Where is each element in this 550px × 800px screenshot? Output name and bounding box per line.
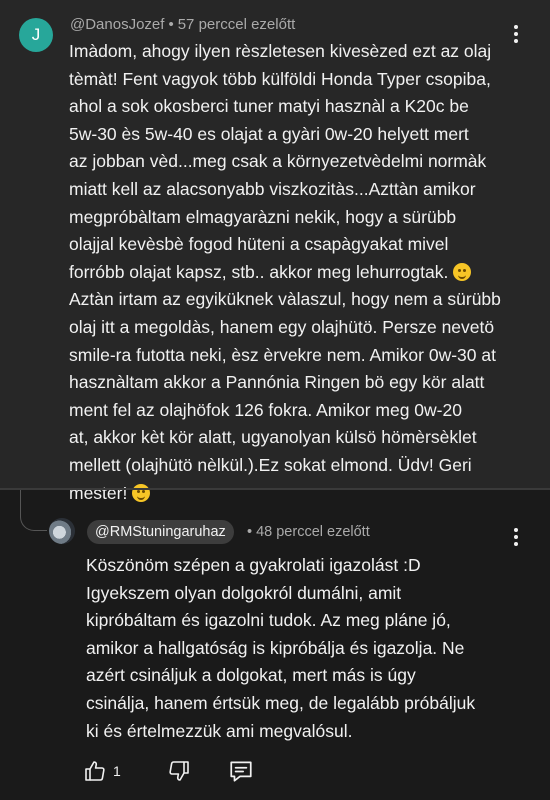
- meta-separator: •: [168, 16, 174, 33]
- reply-meta: • 48 perccel ezelőtt: [243, 524, 370, 540]
- sweat-smile-emoji-icon: [453, 262, 472, 281]
- reply-avatar[interactable]: [49, 518, 75, 544]
- thumbs-up-icon: [83, 759, 107, 783]
- reply-text: Köszönöm szépen a gyakrolati igazolást :…: [86, 555, 476, 741]
- comment-text-part1: Imàdom, ahogy ilyen rèszletesen kivesèze…: [69, 41, 492, 282]
- timestamp: 57 perccel ezelőtt: [177, 16, 296, 33]
- meta-separator: •: [247, 524, 253, 540]
- author-handle[interactable]: @DanosJozef: [70, 16, 164, 33]
- like-count: 1: [113, 763, 121, 779]
- dislike-button[interactable]: [167, 759, 191, 783]
- comment-text: Imàdom, ahogy ilyen rèszletesen kivesèze…: [69, 38, 537, 507]
- reply-timestamp: 48 perccel ezelőtt: [256, 524, 370, 540]
- comment-meta: @DanosJozef • 57 perccel ezelőtt: [70, 16, 295, 33]
- reply-button[interactable]: [228, 758, 254, 784]
- comment-card: J @DanosJozef • 57 perccel ezelőtt Imàdom,…: [0, 0, 550, 503]
- comment-text-part2: Aztàn irtam az egyiküknek vàlaszul, hogy…: [69, 289, 501, 503]
- smile-emoji-icon: [132, 483, 151, 502]
- reply-icon: [228, 758, 254, 784]
- divider: [0, 488, 550, 490]
- reply-author-chip[interactable]: @RMStuningaruhaz: [87, 520, 234, 544]
- reply-thread-line: [20, 490, 47, 531]
- thumbs-down-icon: [167, 759, 191, 783]
- reply-more-icon[interactable]: [504, 525, 528, 549]
- avatar[interactable]: J: [19, 18, 53, 52]
- like-button[interactable]: 1: [83, 759, 131, 783]
- reply-actions: 1: [83, 757, 254, 785]
